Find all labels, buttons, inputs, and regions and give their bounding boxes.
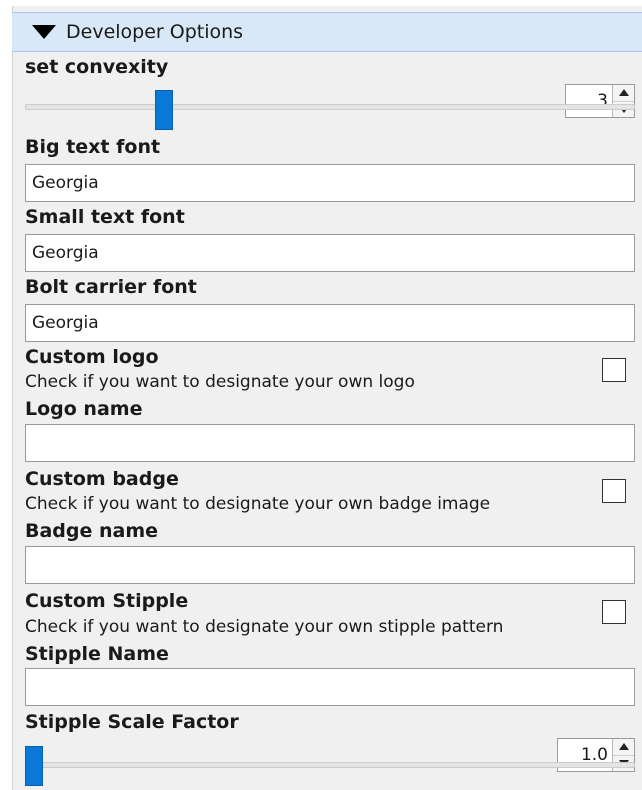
stipple-name-label: Stipple Name [25,643,169,665]
stipple-name-field[interactable] [25,668,635,706]
arrow-up-icon [618,743,629,751]
convexity-spin-arrows[interactable] [612,85,634,117]
group-title: Developer Options [66,21,244,43]
custom-stipple-description: Check if you want to designate your own … [25,617,504,637]
logo-name-label: Logo name [25,398,143,420]
custom-logo-description: Check if you want to designate your own … [25,372,415,392]
stipple-scale-slider-handle[interactable] [25,746,43,786]
convexity-value[interactable]: 3 [566,85,612,117]
bolt-carrier-font-label: Bolt carrier font [25,276,197,298]
convexity-spinbox[interactable]: 3 [565,84,635,118]
custom-logo-checkbox[interactable] [602,358,626,382]
stipple-scale-slider-track[interactable] [25,762,635,768]
convexity-label: set convexity [25,56,169,78]
arrow-up-icon [618,89,629,97]
spin-up-button[interactable] [613,739,634,756]
badge-name-field[interactable] [25,546,635,584]
spin-up-button[interactable] [613,85,634,102]
custom-logo-label: Custom logo [25,346,159,368]
custom-stipple-checkbox[interactable] [602,600,626,624]
collapse-triangle-icon[interactable] [32,25,56,39]
custom-stipple-label: Custom Stipple [25,590,189,612]
custom-badge-description: Check if you want to designate your own … [25,494,491,514]
small-text-font-label: Small text font [25,206,185,228]
logo-name-field[interactable] [25,424,635,462]
big-text-font-label: Big text font [25,136,161,158]
custom-badge-label: Custom badge [25,468,179,490]
badge-name-label: Badge name [25,520,159,542]
small-text-font-field[interactable]: Georgia [25,234,635,272]
convexity-slider-handle[interactable] [155,90,174,130]
developer-options-header[interactable]: Developer Options [12,12,642,52]
big-text-font-field[interactable]: Georgia [25,164,635,202]
stipple-scale-label: Stipple Scale Factor [25,711,239,733]
convexity-slider-track[interactable] [25,104,635,110]
custom-badge-checkbox[interactable] [602,479,626,503]
bolt-carrier-font-field[interactable]: Georgia [25,304,635,342]
